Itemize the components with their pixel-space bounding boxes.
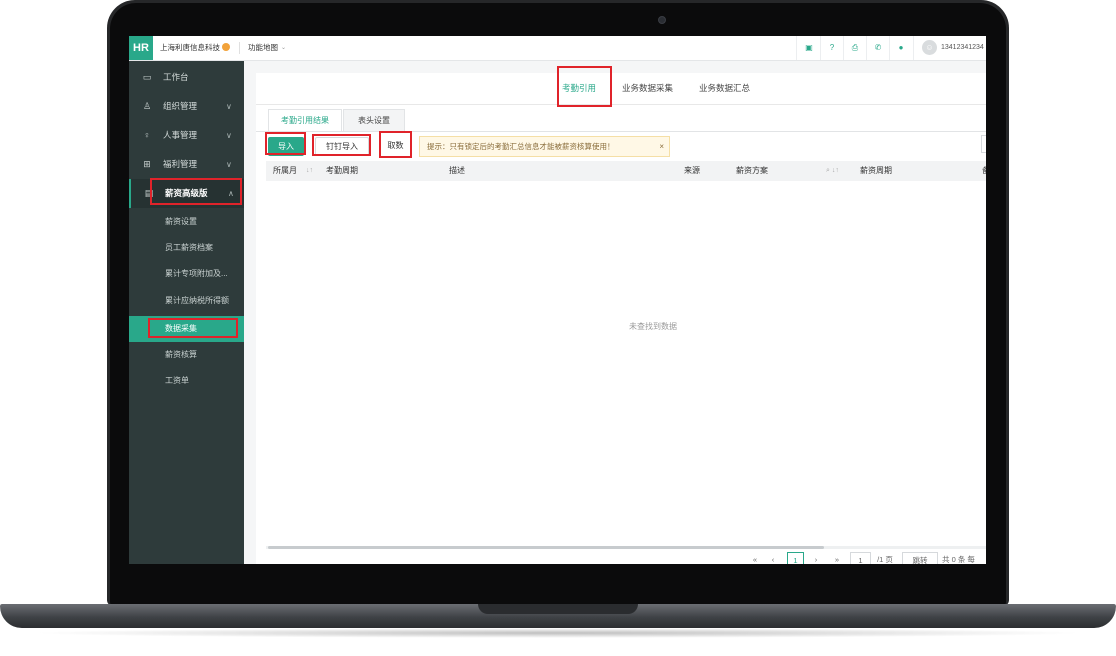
column-remark: 备 <box>982 161 986 181</box>
pagination-jump-button[interactable]: 跳转 <box>902 552 938 564</box>
main-panel: 考勤引用 业务数据采集 业务数据汇总 考勤引用结果 表头设置 导入 钉钉导入 取… <box>256 73 986 564</box>
column-attendance-period: 考勤周期 <box>326 166 358 175</box>
import-button[interactable]: 导入 <box>268 137 304 156</box>
sidebar-item-label: 福利管理 <box>163 159 198 169</box>
fetch-button[interactable]: 取数 <box>381 137 410 154</box>
monitor-icon: ▭ <box>142 72 152 82</box>
chevron-down-icon: ∨ <box>226 102 232 111</box>
app-screen: HR 上海利唐信息科技 功能地图 ⌄ ▣ ? ⎙ ✆ ● ☺ 134123412… <box>129 36 986 564</box>
subtab-attendance-result[interactable]: 考勤引用结果 <box>268 109 342 132</box>
pagination-total-pages: /1 页 <box>877 555 893 564</box>
sidebar-subitem-label: 薪资设置 <box>165 217 197 226</box>
tab-divider <box>256 104 986 105</box>
wallet-icon: ▤ <box>144 188 154 198</box>
sidebar-subitem-label: 累计专项附加及... <box>165 269 228 278</box>
table-header: 所属月 ↓↑ 考勤周期 描述 来源 薪资方案 ⌕ ↓↑ 薪资周期 备 <box>266 161 986 181</box>
top-bar: HR 上海利唐信息科技 功能地图 ⌄ ▣ ? ⎙ ✆ ● ☺ 134123412… <box>129 36 986 61</box>
sidebar-item-salary-advanced[interactable]: ▤ 薪资高级版 ∧ <box>129 179 244 208</box>
divider <box>796 36 797 60</box>
sidebar-subitem-label: 薪资核算 <box>165 350 197 359</box>
divider <box>843 36 844 60</box>
column-settings-button[interactable] <box>981 135 986 153</box>
phone-icon[interactable]: ✆ <box>871 41 885 55</box>
app-logo: HR <box>129 36 153 60</box>
empty-state: 未查找到数据 <box>629 322 677 331</box>
hint-text: 提示：只有锁定后的考勤汇总信息才能被薪资核算使用！ <box>427 142 615 151</box>
sidebar-item-label: 人事管理 <box>163 130 198 140</box>
user-phone[interactable]: 13412341234 <box>941 36 984 60</box>
sidebar-item-welfare[interactable]: ⊞ 福利管理 ∨ <box>129 150 244 179</box>
sidebar-item-label: 薪资高级版 <box>165 188 208 198</box>
close-icon[interactable]: × <box>659 137 664 156</box>
pagination-last[interactable]: » <box>829 552 845 564</box>
tab-business-collection[interactable]: 业务数据采集 <box>622 73 673 104</box>
org-icon: ♙ <box>142 101 152 111</box>
subtab-header-settings[interactable]: 表头设置 <box>343 109 405 132</box>
divider <box>239 42 240 54</box>
sidebar-subitem-label: 工资单 <box>165 376 189 385</box>
sidebar-subitem-salary-calc[interactable]: 薪资核算 <box>129 342 244 368</box>
sidebar: ▭ 工作台 ♙ 组织管理 ∨ ♀ 人事管理 ∨ ⊞ 福利管理 ∨ ▤ 薪资高级版… <box>129 61 244 564</box>
column-salary-plan: 薪资方案 <box>736 166 768 175</box>
pagination-first[interactable]: « <box>748 552 762 564</box>
subtab-divider <box>256 131 986 132</box>
laptop-notch <box>478 604 638 614</box>
help-icon[interactable]: ? <box>825 41 839 55</box>
sidebar-item-org[interactable]: ♙ 组织管理 ∨ <box>129 92 244 121</box>
person-icon: ♀ <box>143 130 151 140</box>
sidebar-subitem-data-collection[interactable]: 数据采集 <box>129 316 244 342</box>
sidebar-subitem-taxable-income[interactable]: 累计应纳税所得额 <box>129 288 244 314</box>
pagination-next[interactable]: › <box>809 552 823 564</box>
avatar[interactable]: ☺ <box>922 40 937 55</box>
camera-icon <box>658 16 666 24</box>
divider <box>820 36 821 60</box>
laptop-shadow <box>30 628 1086 638</box>
chevron-down-icon: ∨ <box>226 131 232 140</box>
sort-icon[interactable]: ↓↑ <box>306 161 313 181</box>
pagination-prev[interactable]: ‹ <box>766 552 780 564</box>
column-salary-period: 薪资周期 <box>860 166 892 175</box>
sidebar-subitem-label: 员工薪资档案 <box>165 243 213 252</box>
sidebar-item-personnel[interactable]: ♀ 人事管理 ∨ <box>129 121 244 150</box>
chevron-down-icon: ∨ <box>226 160 232 169</box>
function-map-menu[interactable]: 功能地图 <box>248 36 278 60</box>
pagination-goto-input[interactable]: 1 <box>850 552 871 564</box>
bell-icon[interactable]: ● <box>894 41 908 55</box>
tab-attendance-ref[interactable]: 考勤引用 <box>562 73 597 106</box>
pagination-total: 共 0 条 每 <box>942 555 975 564</box>
column-description: 描述 <box>449 166 465 175</box>
pagination-current[interactable]: 1 <box>787 552 804 564</box>
sidebar-item-label: 组织管理 <box>163 101 198 111</box>
company-name[interactable]: 上海利唐信息科技 <box>160 36 220 60</box>
sidebar-item-workbench[interactable]: ▭ 工作台 <box>129 63 244 92</box>
sidebar-subitem-salary-settings[interactable]: 薪资设置 <box>129 209 244 235</box>
sidebar-subitem-employee-salary[interactable]: 员工薪资档案 <box>129 235 244 261</box>
column-source: 来源 <box>684 166 700 175</box>
divider <box>913 36 914 60</box>
sidebar-subitem-label: 数据采集 <box>165 324 197 333</box>
chevron-down-icon: ⌄ <box>281 45 287 51</box>
dingding-import-button[interactable]: 钉钉导入 <box>315 137 369 156</box>
save-icon[interactable]: ▣ <box>802 41 816 55</box>
sidebar-subitem-payslip[interactable]: 工资单 <box>129 368 244 394</box>
scrollbar-thumb[interactable] <box>268 546 824 549</box>
divider <box>866 36 867 60</box>
tab-business-summary[interactable]: 业务数据汇总 <box>699 73 750 104</box>
print-icon[interactable]: ⎙ <box>848 41 862 55</box>
company-switch-icon[interactable] <box>222 43 230 51</box>
gift-icon: ⊞ <box>143 159 151 169</box>
column-month: 所属月 <box>273 166 297 175</box>
divider <box>889 36 890 60</box>
search-icon[interactable]: ⌕ ↓↑ <box>826 161 839 181</box>
sidebar-subitem-label: 累计应纳税所得额 <box>165 296 229 305</box>
sidebar-item-label: 工作台 <box>163 72 189 82</box>
chevron-up-icon: ∧ <box>228 189 234 198</box>
sidebar-subitem-special-deduction[interactable]: 累计专项附加及... <box>129 261 244 287</box>
hint-banner: 提示：只有锁定后的考勤汇总信息才能被薪资核算使用！ × <box>419 136 670 157</box>
